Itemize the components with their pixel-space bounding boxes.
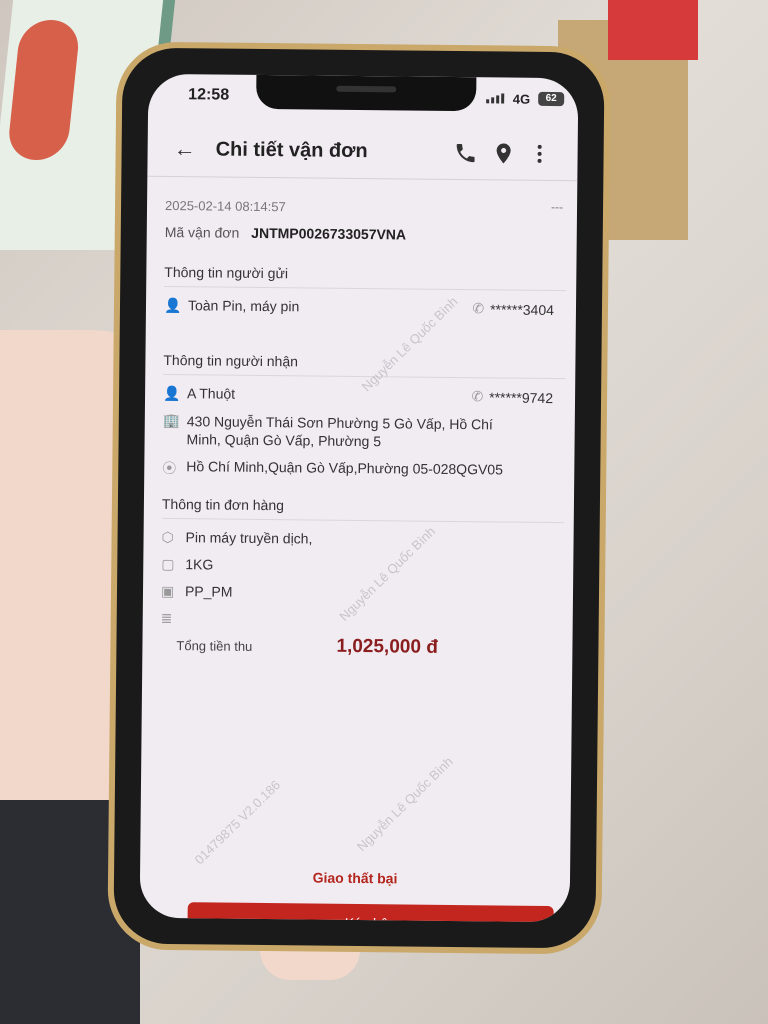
location-pin-small-icon: ⦿ bbox=[162, 459, 177, 477]
phone-screen: 12:58 4G 62 ← Chi tiết vận đơn 2025-02-1… bbox=[139, 73, 579, 923]
delivery-failed-button[interactable]: Giao thất bại bbox=[140, 868, 570, 889]
order-section: Thông tin đơn hàng ⬡ Pin máy truyền dịch… bbox=[160, 495, 564, 631]
receiver-area: Hồ Chí Minh,Quận Gò Vấp,Phường 05-028QGV… bbox=[186, 458, 504, 478]
waybill-code-label: Mã vận đơn bbox=[164, 223, 240, 241]
phone-small-icon: ✆ bbox=[472, 300, 485, 317]
status-time: 12:58 bbox=[188, 86, 230, 104]
person-icon: 👤 bbox=[163, 296, 182, 314]
receiver-address-row: 🏢 430 Nguyễn Thái Sơn Phường 5 Gò Vấp, H… bbox=[163, 412, 565, 452]
order-item: Pin máy truyền dịch, bbox=[185, 529, 313, 547]
sender-phone-number: ******3404 bbox=[490, 300, 555, 318]
page-title: Chi tiết vận đơn bbox=[215, 138, 368, 163]
building-icon: 🏢 bbox=[162, 411, 181, 429]
receiver-section: Thông tin người nhận 👤 A Thuột ✆ ******9… bbox=[162, 351, 566, 482]
notch bbox=[256, 74, 477, 112]
person-icon: 👤 bbox=[163, 384, 181, 402]
order-note-row: ≣ bbox=[161, 610, 563, 631]
back-arrow-icon[interactable]: ← bbox=[174, 136, 196, 162]
package-icon: ⬡ bbox=[161, 528, 174, 546]
total-label: Tổng tiền thu bbox=[176, 637, 253, 654]
order-weight: 1KG bbox=[185, 556, 214, 573]
waybill-code-value: JNTMP0026733057VNA bbox=[251, 224, 407, 243]
sender-phone[interactable]: ✆ ******3404 bbox=[472, 300, 554, 318]
wallet-icon: ▣ bbox=[160, 582, 175, 600]
background-red-object bbox=[608, 0, 698, 60]
receiver-address: 430 Nguyễn Thái Sơn Phường 5 Gò Vấp, Hồ … bbox=[186, 413, 493, 450]
phone-small-icon: ✆ bbox=[471, 388, 484, 405]
more-dashes[interactable]: --- bbox=[551, 200, 563, 214]
order-section-title: Thông tin đơn hàng bbox=[161, 495, 564, 524]
sender-section: Thông tin người gửi 👤 Toàn Pin, máy pin … bbox=[164, 263, 567, 318]
background-poster-figure bbox=[6, 20, 82, 160]
total-amount: 1,025,000 đ bbox=[336, 635, 438, 658]
order-weight-row: ▢ 1KG bbox=[161, 556, 563, 577]
receiver-name: A Thuột bbox=[187, 385, 236, 402]
receiver-section-title: Thông tin người nhận bbox=[163, 351, 566, 380]
waybill-details: 2025-02-14 08:14:57 --- Mã vận đơn JNTMP… bbox=[147, 184, 577, 626]
battery-icon: 62 bbox=[538, 91, 565, 107]
sign-receive-button[interactable]: Ký nhận bbox=[187, 902, 554, 923]
note-icon: ≣ bbox=[160, 609, 173, 627]
more-vert-icon[interactable] bbox=[527, 142, 551, 166]
order-payment: PP_PM bbox=[184, 583, 233, 600]
receiver-area-row: ⦿ Hồ Chí Minh,Quận Gò Vấp,Phường 05-028Q… bbox=[162, 458, 564, 482]
speaker bbox=[336, 85, 397, 93]
order-item-row: ⬡ Pin máy truyền dịch, bbox=[161, 529, 563, 550]
app-bar: ← Chi tiết vận đơn bbox=[147, 125, 578, 182]
waybill-code-row: Mã vận đơn JNTMP0026733057VNA bbox=[165, 224, 406, 243]
weight-icon: ▢ bbox=[161, 555, 175, 573]
sender-section-title: Thông tin người gửi bbox=[164, 263, 567, 292]
phone-icon[interactable] bbox=[453, 141, 477, 165]
sender-row: 👤 Toàn Pin, máy pin ✆ ******3404 bbox=[164, 297, 566, 318]
watermark-name: Nguyễn Lê Quốc Bình bbox=[353, 753, 456, 855]
network-type: 4G bbox=[512, 91, 531, 107]
location-pin-icon[interactable] bbox=[491, 141, 515, 165]
timestamp: 2025-02-14 08:14:57 bbox=[164, 197, 286, 215]
receiver-phone[interactable]: ✆ ******9742 bbox=[471, 388, 553, 406]
watermark-code: 01479875 V2.0.186 bbox=[191, 777, 284, 868]
signal-icon bbox=[486, 93, 505, 104]
phone-device: 12:58 4G 62 ← Chi tiết vận đơn 2025-02-1… bbox=[107, 41, 611, 955]
total-row: Tổng tiền thu 1,025,000 đ bbox=[176, 634, 438, 659]
sender-name: Toàn Pin, máy pin bbox=[187, 297, 300, 315]
receiver-phone-number: ******9742 bbox=[489, 388, 554, 406]
